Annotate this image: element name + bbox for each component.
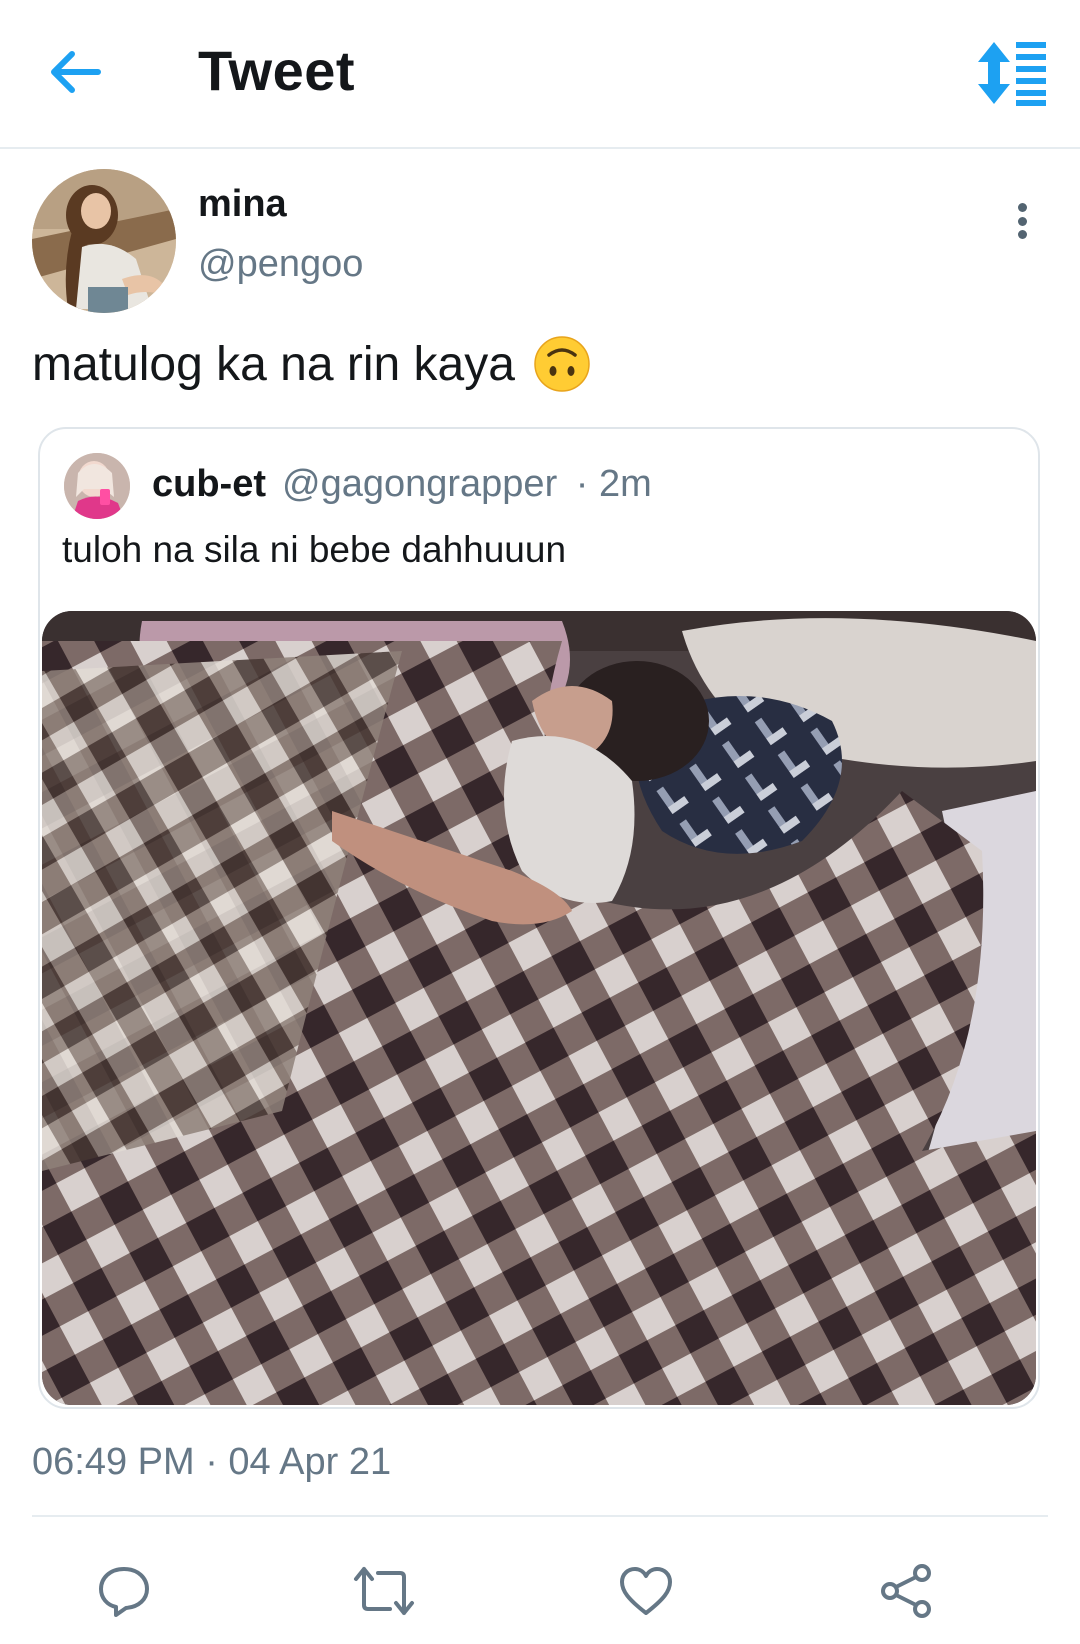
quoted-header: cub-et @gagongrapper · 2m [152, 463, 652, 506]
divider [32, 1515, 1048, 1517]
quoted-author-handle[interactable]: @gagongrapper [282, 463, 557, 505]
tweet-text: matulog ka na rin kaya [32, 335, 591, 393]
avatar-photo [32, 169, 176, 313]
share-button[interactable] [872, 1557, 940, 1625]
quoted-tweet[interactable]: cub-et @gagongrapper · 2m tuloh na sila n… [38, 427, 1040, 1409]
share-icon [881, 1564, 931, 1618]
quoted-media-image[interactable] [42, 611, 1036, 1405]
media-photo [42, 611, 1036, 1405]
retweet-button[interactable] [350, 1557, 418, 1625]
back-button[interactable] [44, 36, 108, 108]
reply-button[interactable] [90, 1557, 158, 1625]
quoted-tweet-text: tuloh na sila ni bebe dahhuuun [62, 529, 567, 570]
like-button[interactable] [612, 1557, 680, 1625]
retweet-icon [354, 1567, 414, 1615]
reply-icon [99, 1567, 149, 1617]
quoted-age: · 2m [575, 463, 652, 505]
dot [1017, 203, 1027, 212]
quoted-author-name[interactable]: cub-et [152, 463, 266, 505]
page-title: Tweet [198, 39, 356, 102]
top-bar: Tweet [0, 0, 1080, 149]
upside-down-face-emoji-icon [534, 336, 590, 392]
tweet-body: matulog ka na rin kaya [32, 337, 515, 391]
author-handle[interactable]: @pengoo [198, 243, 363, 286]
quoted-avatar-photo [64, 453, 130, 519]
dot [1017, 230, 1027, 239]
sort-thread-icon [978, 42, 1046, 106]
avatar[interactable] [32, 169, 176, 313]
arrow-left-icon [51, 51, 101, 93]
sort-thread-button[interactable] [976, 38, 1052, 108]
more-options-icon[interactable] [1004, 197, 1040, 245]
dot [1017, 216, 1027, 226]
author-name[interactable]: mina [198, 183, 287, 226]
quoted-avatar[interactable] [64, 453, 130, 519]
tweet-timestamp: 06:49 PM · 04 Apr 21 [32, 1441, 392, 1483]
action-bar [0, 1519, 1080, 1639]
heart-icon [620, 1567, 672, 1615]
